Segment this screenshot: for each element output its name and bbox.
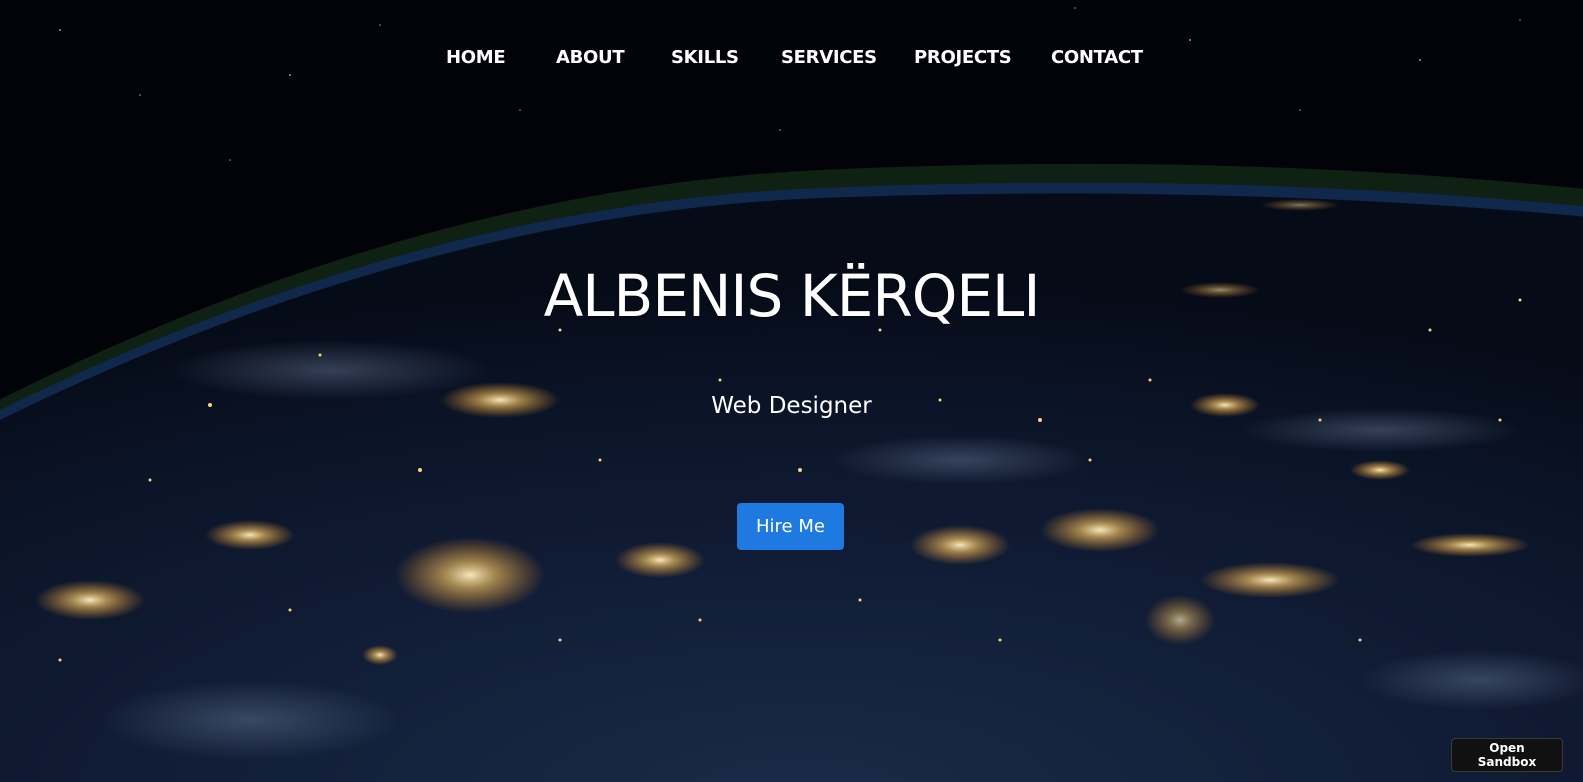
nav-item-contact[interactable]: CONTACT <box>1051 47 1143 68</box>
nav-item-skills[interactable]: SKILLS <box>671 47 739 68</box>
open-sandbox-button[interactable]: Open Sandbox <box>1451 738 1563 772</box>
nav-item-services[interactable]: SERVICES <box>781 47 877 68</box>
hero-subtitle: Web Designer <box>711 393 872 419</box>
nav-item-projects[interactable]: PROJECTS <box>914 47 1012 68</box>
nav-item-home[interactable]: HOME <box>446 47 506 68</box>
nav-item-about[interactable]: ABOUT <box>556 47 625 68</box>
main-nav: HOME ABOUT SKILLS SERVICES PROJECTS CONT… <box>0 0 1583 118</box>
hero-title: ALBENIS KËRQELI <box>543 262 1041 330</box>
hero-section: HOME ABOUT SKILLS SERVICES PROJECTS CONT… <box>0 0 1583 782</box>
hire-me-button[interactable]: Hire Me <box>737 503 844 550</box>
